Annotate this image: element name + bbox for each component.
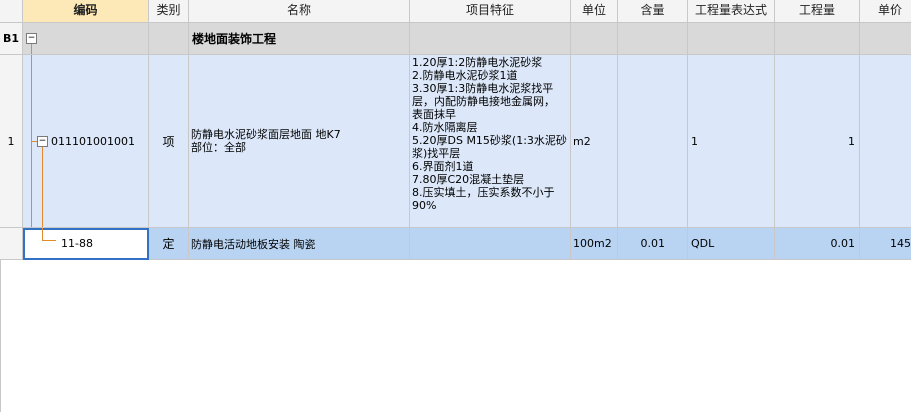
code-cell[interactable]: −	[23, 23, 149, 55]
feature-line: 层，内配防静电接地金属网，	[412, 95, 555, 108]
unit-cell[interactable]	[571, 23, 618, 55]
tree-line	[42, 240, 56, 241]
type-cell[interactable]	[149, 23, 189, 55]
price-cell[interactable]	[860, 23, 911, 55]
header-corner[interactable]	[0, 0, 23, 22]
feature-line: 6.界面剂1道	[412, 160, 474, 173]
section-name[interactable]: 楼地面装饰工程	[189, 23, 410, 55]
feature-line: 5.20厚DS M15砂浆(1:3水泥砂	[412, 134, 567, 147]
item-code: 011101001001	[51, 134, 135, 148]
features-cell[interactable]	[410, 23, 571, 55]
feature-line: 8.压实填土，压实系数不小于	[412, 186, 555, 199]
row-header[interactable]: 1	[0, 55, 23, 228]
section-row[interactable]: B1 − 楼地面装饰工程	[0, 23, 911, 55]
col-header-expression[interactable]: 工程量表达式	[688, 0, 775, 22]
col-header-code[interactable]: 编码	[23, 0, 149, 22]
item-unit[interactable]: m2	[571, 55, 618, 228]
quota-code: 11-88	[61, 237, 93, 250]
col-header-unit[interactable]: 单位	[571, 0, 618, 22]
col-header-price[interactable]: 单价	[860, 0, 911, 22]
quota-unit[interactable]: 100m2	[571, 228, 618, 260]
feature-line: 7.80厚C20混凝土垫层	[412, 173, 525, 186]
quota-name[interactable]: 防静电活动地板安装 陶瓷	[189, 228, 410, 260]
tree-line	[42, 228, 43, 240]
expression-cell[interactable]	[688, 23, 775, 55]
quota-expression[interactable]: QDL	[688, 228, 775, 260]
feature-line: 90%	[412, 199, 437, 212]
bill-item-row[interactable]: 1 − 011101001001 项 防静电水泥砂浆面层地面 地K7 部位：全部…	[0, 55, 911, 228]
quota-content[interactable]: 0.01	[618, 228, 688, 260]
item-content[interactable]	[618, 55, 688, 228]
col-header-content[interactable]: 含量	[618, 0, 688, 22]
col-header-type[interactable]: 类别	[149, 0, 189, 22]
grid-border	[0, 260, 1, 412]
content-cell[interactable]	[618, 23, 688, 55]
row-header[interactable]	[0, 228, 23, 260]
quota-quantity[interactable]: 0.01	[775, 228, 860, 260]
col-header-name[interactable]: 名称	[189, 0, 410, 22]
quota-price[interactable]: 1453	[860, 228, 911, 260]
feature-line: 2.防静电水泥砂浆1道	[412, 69, 518, 82]
col-header-quantity[interactable]: 工程量	[775, 0, 860, 22]
quota-type[interactable]: 定	[149, 228, 189, 260]
col-header-features[interactable]: 项目特征	[410, 0, 571, 22]
bill-grid: 编码 类别 名称 项目特征 单位 含量 工程量表达式 工程量 单价 B1 − 楼…	[0, 0, 911, 412]
tree-line	[42, 147, 43, 227]
tree-line	[31, 44, 32, 54]
feature-line: 表面抹早	[412, 108, 456, 121]
item-price[interactable]	[860, 55, 911, 228]
item-expression[interactable]: 1	[688, 55, 775, 228]
item-name-cell[interactable]: 防静电水泥砂浆面层地面 地K7 部位：全部	[189, 55, 410, 228]
code-cell[interactable]: − 011101001001	[23, 55, 149, 228]
item-quantity[interactable]: 1	[775, 55, 860, 228]
item-type[interactable]: 项	[149, 55, 189, 228]
grid-header: 编码 类别 名称 项目特征 单位 含量 工程量表达式 工程量 单价	[0, 0, 911, 23]
feature-line: 1.20厚1:2防静电水泥砂浆	[412, 56, 543, 69]
quota-row[interactable]: 11-88 定 防静电活动地板安装 陶瓷 100m2 0.01 QDL 0.01…	[0, 228, 911, 260]
collapse-icon[interactable]: −	[26, 33, 37, 44]
feature-line: 浆)找平层	[412, 147, 461, 160]
quota-features[interactable]	[410, 228, 571, 260]
collapse-icon[interactable]: −	[37, 136, 48, 147]
item-name: 防静电水泥砂浆面层地面 地K7	[191, 128, 341, 141]
row-header[interactable]: B1	[0, 23, 23, 55]
feature-line: 3.30厚1:3防静电水泥浆找平	[412, 82, 554, 95]
feature-line: 4.防水隔离层	[412, 121, 478, 134]
item-location: 部位：全部	[191, 141, 246, 154]
quota-code-cell[interactable]: 11-88	[23, 228, 149, 260]
item-features-cell[interactable]: 1.20厚1:2防静电水泥砂浆 2.防静电水泥砂浆1道 3.30厚1:3防静电水…	[410, 55, 571, 228]
quantity-cell[interactable]	[775, 23, 860, 55]
